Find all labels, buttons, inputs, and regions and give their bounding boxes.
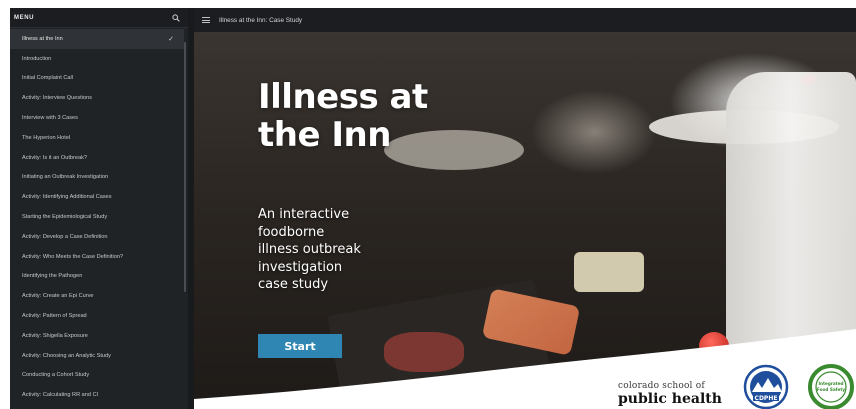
sidebar-item-label: Introduction	[22, 55, 52, 62]
sidebar-item-is-it-an-outbreak[interactable]: Activity: Is it an Outbreak?	[10, 148, 184, 168]
sidebar-item-label: Illness at the Inn	[22, 35, 63, 42]
course-title: Illness at the Inn: Case Study	[219, 16, 303, 24]
checkmark-icon: ✓	[168, 35, 174, 43]
sidebar-item-label: Initiating an Outbreak Investigation	[22, 174, 109, 181]
hero-title: Illness at the Inn	[258, 78, 428, 154]
csph-logo-line-1: colorado school of	[618, 381, 705, 391]
app-frame: MENU Illness at the Inn ✓ Introduction In…	[10, 8, 856, 409]
svg-text:CDPHE: CDPHE	[755, 395, 778, 402]
start-button[interactable]: Start	[258, 334, 342, 358]
sidebar-item-pattern-of-spread[interactable]: Activity: Pattern of Spread	[10, 306, 184, 326]
sidebar-item-identifying-pathogen[interactable]: Identifying the Pathogen	[10, 267, 184, 287]
sidebar-item-label: Conducting a Cohort Study	[22, 372, 90, 379]
sidebar-item-label: Activity: Interview Questions	[22, 95, 92, 102]
sidebar-scrollbar[interactable]	[184, 42, 186, 292]
sidebar-list: Illness at the Inn ✓ Introduction Initial…	[10, 29, 184, 405]
hero-title-line-2: the Inn	[258, 115, 391, 155]
hamburger-menu-icon[interactable]	[202, 17, 210, 23]
sidebar-item-interview-3-cases[interactable]: Interview with 3 Cases	[10, 108, 184, 128]
hero-subtitle-line: An interactive	[258, 207, 350, 222]
sidebar-item-create-epi-curve[interactable]: Activity: Create an Epi Curve	[10, 286, 184, 306]
sidebar-item-calculating-rr-ci[interactable]: Activity: Calculating RR and CI	[10, 385, 184, 405]
svg-text:Food Safety: Food Safety	[817, 387, 845, 392]
sidebar-item-shigella-exposure[interactable]: Activity: Shigella Exposure	[10, 326, 184, 346]
sidebar-item-initial-complaint-call[interactable]: Initial Complaint Call	[10, 69, 184, 89]
sidebar-item-label: Starting the Epidemiological Study	[22, 214, 108, 221]
sidebar-item-label: Initial Complaint Call	[22, 75, 73, 82]
cheese-image	[574, 252, 644, 292]
sidebar-item-label: Activity: Calculating RR and CI	[22, 392, 99, 399]
sidebar-item-identifying-additional-cases[interactable]: Activity: Identifying Additional Cases	[10, 187, 184, 207]
hero-subtitle-line: case study	[258, 277, 329, 292]
hero-subtitle-line: illness outbreak	[258, 242, 361, 257]
top-bar: Illness at the Inn: Case Study	[194, 8, 856, 32]
sidebar-item-label: Activity: Develop a Case Definition	[22, 233, 108, 240]
sidebar-item-label: The Hyperion Hotel	[22, 134, 71, 141]
sidebar-header: MENU	[10, 8, 188, 28]
search-icon[interactable]	[172, 13, 180, 22]
sidebar-item-label: Activity: Pattern of Spread	[22, 313, 87, 320]
colorado-school-public-health-logo: colorado school of public health	[618, 381, 722, 407]
sidebar-item-hyperion-hotel[interactable]: The Hyperion Hotel	[10, 128, 184, 148]
sidebar-item-label: Activity: Choosing an Analytic Study	[22, 352, 111, 359]
hero-subtitle-line: foodborne	[258, 224, 325, 240]
sidebar-item-cohort-study[interactable]: Conducting a Cohort Study	[10, 366, 184, 386]
sidebar-item-choosing-analytic-study[interactable]: Activity: Choosing an Analytic Study	[10, 346, 184, 366]
sidebar-item-starting-epi-study[interactable]: Starting the Epidemiological Study	[10, 207, 184, 227]
sidebar-item-interview-questions[interactable]: Activity: Interview Questions	[10, 88, 184, 108]
sidebar-item-label: Identifying the Pathogen	[22, 273, 83, 280]
sidebar-item-initiating-investigation[interactable]: Initiating an Outbreak Investigation	[10, 168, 184, 188]
sidebar-item-label: Activity: Identifying Additional Cases	[22, 194, 112, 201]
sidebar-item-label: Activity: Is it an Outbreak?	[22, 154, 87, 161]
sidebar-item-label: Activity: Who Meets the Case Definition?	[22, 253, 124, 260]
hero-subtitle-line: investigation	[258, 259, 343, 275]
sidebar-item-label: Activity: Create an Epi Curve	[22, 293, 94, 300]
sidebar-menu: MENU Illness at the Inn ✓ Introduction In…	[10, 8, 188, 409]
hero-subtitle: An interactive foodborne illness outbrea…	[258, 206, 361, 294]
sidebar-item-introduction[interactable]: Introduction	[10, 49, 184, 69]
sidebar-title: MENU	[14, 14, 35, 21]
integrated-food-safety-logo: Integrated Food Safety	[808, 364, 854, 409]
hero-section: Illness at the Inn An interactive foodbo…	[194, 32, 856, 409]
sidebar-item-label: Activity: Shigella Exposure	[22, 332, 88, 339]
sidebar-item-label: Interview with 3 Cases	[22, 115, 78, 122]
sidebar-item-illness-at-the-inn[interactable]: Illness at the Inn ✓	[10, 29, 184, 49]
sidebar-item-who-meets-case-definition[interactable]: Activity: Who Meets the Case Definition?	[10, 247, 184, 267]
cdphe-logo: CDPHE	[743, 364, 789, 409]
svg-text:Integrated: Integrated	[818, 381, 843, 386]
csph-logo-line-2: public health	[618, 391, 722, 407]
hero-title-line-1: Illness at	[258, 77, 428, 117]
sidebar-item-develop-case-definition[interactable]: Activity: Develop a Case Definition	[10, 227, 184, 247]
